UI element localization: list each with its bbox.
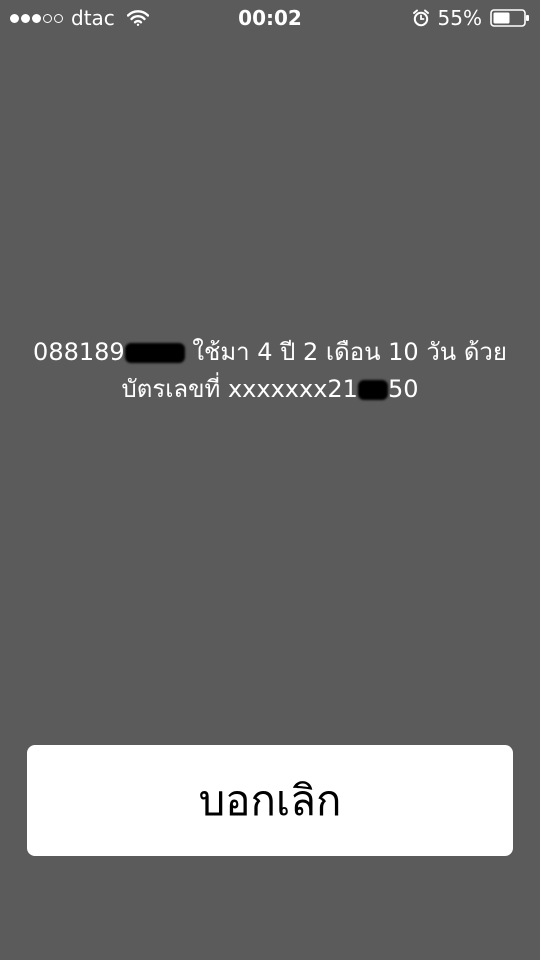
- signal-dot: [54, 13, 63, 23]
- cancel-service-button[interactable]: บอกเลิก: [27, 745, 513, 856]
- card-number-prefix: บัตรเลขที่ xxxxxxx21: [121, 375, 358, 403]
- signal-dot: [21, 13, 30, 23]
- cancel-button-label: บอกเลิก: [198, 775, 342, 825]
- battery-percent: 55%: [437, 6, 482, 30]
- status-right: 55%: [412, 6, 540, 30]
- status-left: dtac: [0, 6, 149, 30]
- redaction-mark: [124, 343, 185, 363]
- wifi-icon: [126, 10, 149, 26]
- carrier-name: dtac: [71, 6, 115, 30]
- screen: dtac 00:02 55% 088189 ใช้มา 4 ปี 2 เดือน…: [0, 0, 540, 960]
- alarm-clock-icon: [412, 9, 430, 27]
- usage-message: 088189 ใช้มา 4 ปี 2 เดือน 10 วัน ด้วย บั…: [20, 334, 520, 408]
- usage-duration-text: ใช้มา 4 ปี 2 เดือน 10 วัน ด้วย: [192, 338, 507, 366]
- signal-dot: [43, 13, 52, 23]
- signal-dot: [10, 13, 19, 23]
- signal-dots-icon: [10, 13, 63, 23]
- redaction-mark: [357, 380, 388, 400]
- card-number-suffix: 50: [387, 375, 419, 403]
- status-bar: dtac 00:02 55%: [0, 0, 540, 36]
- battery-icon: [490, 9, 530, 27]
- signal-dot: [32, 13, 41, 23]
- phone-number-prefix: 088189: [33, 338, 125, 366]
